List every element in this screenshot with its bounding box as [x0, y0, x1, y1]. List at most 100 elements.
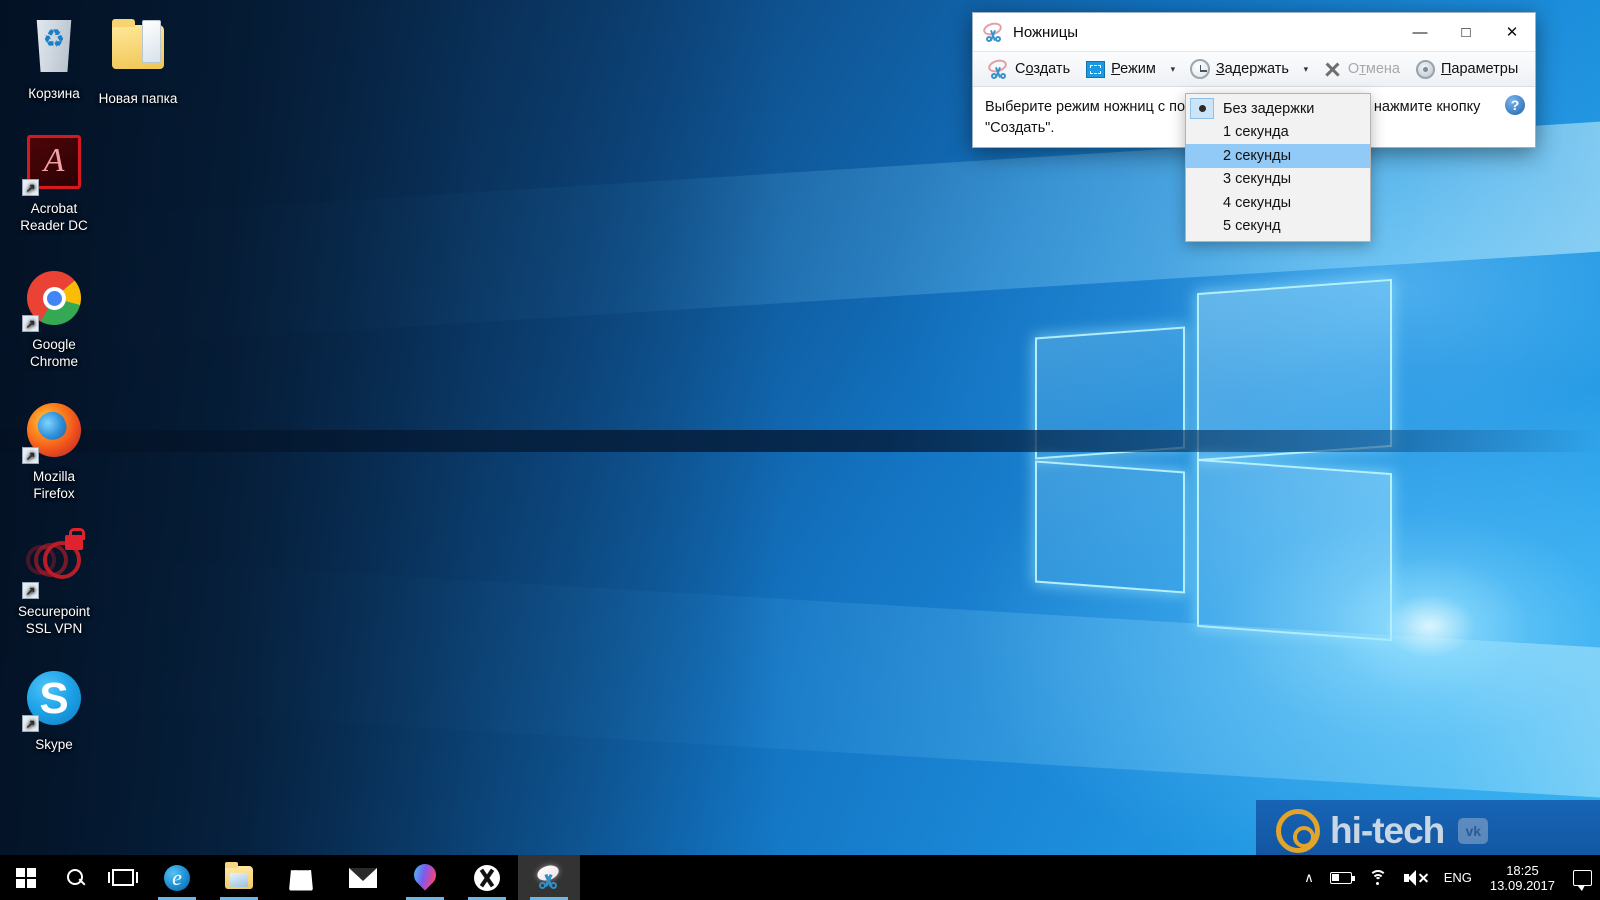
show-hidden-icons-button[interactable]: ∧ — [1296, 855, 1322, 900]
wallpaper-window-pane-bottom-left — [1035, 460, 1185, 594]
desktop-icon-securepoint-ssl-vpn[interactable]: Securepoint SSL VPN — [0, 528, 108, 637]
shortcut-arrow-icon — [22, 447, 39, 464]
lock-icon — [65, 528, 85, 550]
delay-menu-item-3-seconds[interactable]: 3 секунды — [1186, 168, 1370, 192]
desktop-icon-acrobat-reader[interactable]: Acrobat Reader DC — [6, 132, 102, 234]
taskbar-app-maps[interactable] — [394, 855, 456, 900]
desktop-icon-recycle-bin[interactable]: Корзина — [6, 16, 102, 102]
start-button[interactable] — [0, 855, 52, 900]
file-explorer-icon — [225, 862, 253, 889]
at-symbol-icon — [1276, 809, 1320, 853]
window-titlebar[interactable]: Ножницы — □ ✕ — [973, 13, 1535, 51]
wallpaper-window-pane-top-left — [1035, 326, 1185, 460]
desktop-icon-label: Новая папка — [98, 91, 178, 106]
delay-menu-item-label: 4 секунды — [1223, 194, 1292, 211]
watermark-text: hi-tech — [1330, 810, 1445, 851]
new-snip-label: Создать — [1015, 61, 1071, 77]
desktop-icon-label-2: SSL VPN — [25, 621, 83, 636]
acrobat-reader-icon — [22, 135, 84, 196]
delay-menu-item-2-seconds[interactable]: 2 секунды — [1186, 144, 1370, 168]
search-icon — [66, 868, 86, 888]
snipping-tool-toolbar: Создать Режим ▾ Задержать ▾ Отмена Парам… — [973, 51, 1535, 87]
shortcut-arrow-icon — [22, 179, 39, 196]
radio-empty-icon — [1190, 145, 1214, 166]
battery-button[interactable] — [1322, 855, 1360, 900]
delay-menu-item-1-second[interactable]: 1 секунда — [1186, 121, 1370, 145]
desktop-icon-label: Корзина — [28, 86, 80, 101]
vk-badge-icon: vk — [1458, 818, 1489, 844]
radio-empty-icon — [1190, 216, 1214, 237]
edge-icon: e — [164, 864, 190, 891]
taskbar-app-xbox[interactable] — [456, 855, 518, 900]
clock-time: 18:25 — [1506, 862, 1539, 878]
desktop-icon-label-2: Reader DC — [20, 218, 88, 233]
watermark-overlay: hi-tech vk — [1256, 800, 1600, 862]
wifi-icon — [1368, 870, 1388, 885]
desktop-icon-skype[interactable]: Skype — [6, 668, 102, 753]
mail-icon — [349, 867, 377, 888]
options-label: Параметры — [1440, 61, 1519, 77]
taskbar-app-microsoft-store[interactable] — [270, 855, 332, 900]
mode-label: Режим — [1111, 61, 1156, 77]
desktop-icon-mozilla-firefox[interactable]: Mozilla Firefox — [6, 400, 102, 502]
desktop-icon-label: Skype — [35, 737, 73, 752]
delay-dropdown-caret-icon[interactable]: ▾ — [1298, 54, 1314, 84]
desktop-icon-label: Google — [32, 337, 76, 352]
delay-menu-item-5-seconds[interactable]: 5 секунд — [1186, 215, 1370, 239]
desktop-icon-label: Mozilla — [32, 469, 75, 484]
scissors-icon — [981, 20, 1004, 42]
gear-icon — [1415, 59, 1435, 79]
action-center-icon — [1573, 869, 1592, 891]
shortcut-arrow-icon — [22, 582, 39, 599]
securepoint-vpn-icon — [22, 528, 85, 599]
xbox-icon — [474, 864, 500, 891]
delay-menu-item-label: 1 секунда — [1223, 124, 1289, 141]
wallpaper-glow — [1330, 556, 1530, 696]
taskbar-app-mail[interactable] — [332, 855, 394, 900]
desktop-icon-new-folder[interactable]: Новая папка — [90, 16, 186, 107]
desktop-icon-label: Acrobat — [30, 201, 78, 216]
taskbar-app-file-explorer[interactable] — [208, 855, 270, 900]
help-icon[interactable]: ? — [1505, 95, 1525, 115]
cancel-label: Отмена — [1347, 61, 1400, 77]
taskbar-app-microsoft-edge[interactable]: e — [146, 855, 208, 900]
cancel-x-icon — [1323, 60, 1342, 79]
scissors-icon — [535, 862, 562, 890]
maximize-button[interactable]: □ — [1443, 13, 1489, 51]
mode-dropdown-caret-icon[interactable]: ▾ — [1165, 54, 1181, 84]
delay-menu-item-label: 2 секунды — [1223, 147, 1292, 164]
clock-icon — [1189, 59, 1210, 79]
minimize-button[interactable]: — — [1397, 13, 1443, 51]
taskbar-app-snipping-tool[interactable] — [518, 855, 580, 900]
taskbar: e ∧ ENG 18:25 13.09.2017 — [0, 855, 1600, 900]
options-button[interactable]: Параметры — [1409, 54, 1525, 84]
task-view-button[interactable] — [99, 855, 146, 900]
recycle-bin-icon — [24, 20, 84, 80]
delay-button[interactable]: Задержать — [1183, 54, 1296, 84]
task-view-icon — [107, 869, 138, 886]
desktop-icon-label-2: Chrome — [29, 354, 78, 369]
mode-button[interactable]: Режим — [1079, 54, 1163, 84]
mozilla-firefox-icon — [22, 403, 84, 464]
radio-empty-icon — [1190, 192, 1214, 213]
desktop-icon-google-chrome[interactable]: Google Chrome — [6, 268, 102, 370]
network-button[interactable] — [1360, 855, 1396, 900]
system-tray: ∧ ENG 18:25 13.09.2017 — [1296, 855, 1600, 900]
window-title: Ножницы — [1013, 23, 1079, 41]
action-center-button[interactable] — [1565, 855, 1600, 900]
skype-icon — [22, 671, 84, 732]
delay-menu-item-no-delay[interactable]: Без задержки — [1186, 97, 1370, 121]
shortcut-arrow-icon — [22, 715, 39, 732]
cancel-button: Отмена — [1316, 54, 1407, 84]
volume-button[interactable] — [1396, 855, 1436, 900]
radio-selected-icon — [1190, 98, 1214, 120]
new-snip-button[interactable]: Создать — [981, 54, 1077, 84]
search-button[interactable] — [52, 855, 99, 900]
close-button[interactable]: ✕ — [1489, 13, 1535, 51]
delay-menu-item-4-seconds[interactable]: 4 секунды — [1186, 191, 1370, 215]
language-indicator[interactable]: ENG — [1436, 855, 1480, 900]
volume-muted-icon — [1403, 869, 1428, 886]
maps-icon — [414, 864, 436, 892]
clock[interactable]: 18:25 13.09.2017 — [1480, 855, 1565, 900]
battery-icon — [1329, 871, 1355, 884]
